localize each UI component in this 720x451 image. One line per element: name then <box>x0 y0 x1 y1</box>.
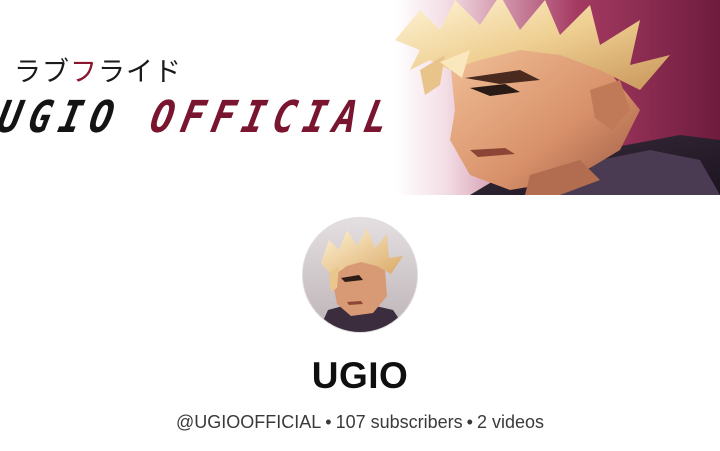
channel-handle[interactable]: @UGIOOFFICIAL <box>176 412 321 432</box>
channel-avatar[interactable] <box>303 218 417 332</box>
meta-separator: • <box>466 412 473 432</box>
channel-meta: @UGIOOFFICIAL • 107 subscribers • 2 videos <box>0 412 720 433</box>
banner-title-part-a: UGIO <box>0 92 157 143</box>
banner-jp-part-c: ライド <box>98 57 182 88</box>
meta-separator: • <box>325 412 332 432</box>
banner-title: UGIO OFFICIAL <box>0 92 401 143</box>
channel-banner: ラブフライド UGIO OFFICIAL <box>0 0 720 195</box>
banner-jp-part-a: ラブ <box>14 57 70 88</box>
banner-jp-part-b: フ <box>70 57 98 88</box>
channel-name: UGIO <box>311 355 409 396</box>
channel-page: ラブフライド UGIO OFFICIAL UGIO @UGIOOFFICIAL … <box>0 0 720 451</box>
banner-title-part-b: OFFICIAL <box>145 92 401 143</box>
banner-japanese-text: ラブフライド <box>14 50 182 89</box>
video-count: 2 videos <box>476 412 545 432</box>
character-portrait-avatar-icon <box>303 218 417 332</box>
subscriber-count: 107 subscribers <box>335 412 463 432</box>
